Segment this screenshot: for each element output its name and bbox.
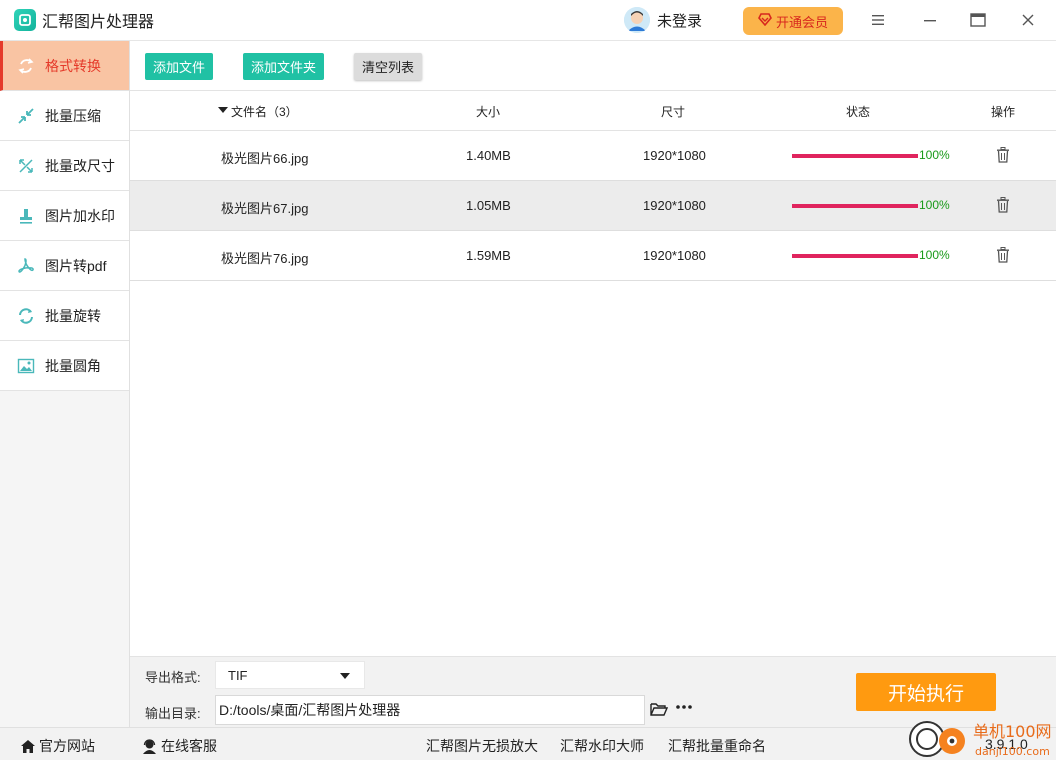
sidebar-item-label: 图片转pdf <box>45 257 107 274</box>
close-icon[interactable] <box>1018 10 1038 30</box>
svg-text:danji100.com: danji100.com <box>975 745 1050 758</box>
image-icon <box>16 356 36 376</box>
support-link[interactable]: 在线客服 <box>141 736 217 756</box>
minimize-icon[interactable] <box>920 10 940 30</box>
progress-percent: 100% <box>919 148 950 162</box>
file-dimension: 1920*1080 <box>643 148 706 163</box>
app-title: 汇帮图片处理器 <box>42 14 155 31</box>
footer-link-watermark-master[interactable]: 汇帮水印大师 <box>560 736 644 756</box>
file-size: 1.40MB <box>466 148 511 163</box>
column-header-name[interactable]: 文件名（3） <box>231 103 298 120</box>
site-watermark-logo: 单机100网 danji100.com <box>905 717 1055 760</box>
output-dir-input[interactable]: D:/tools/桌面/汇帮图片处理器 <box>215 695 645 725</box>
start-button[interactable]: 开始执行 <box>856 673 996 711</box>
sidebar-item-to-pdf[interactable]: 图片转pdf <box>0 241 129 291</box>
column-header-action: 操作 <box>991 105 1016 119</box>
pdf-icon <box>16 256 36 276</box>
progress-bar <box>792 204 918 208</box>
table-row[interactable]: 极光图片66.jpg 1.40MB 1920*1080 100% <box>130 131 1056 181</box>
support-label: 在线客服 <box>161 738 217 754</box>
table-header: 文件名（3） 大小 尺寸 状态 操作 <box>130 91 1056 131</box>
footer-link-batch-rename[interactable]: 汇帮批量重命名 <box>668 736 766 756</box>
file-name: 极光图片76.jpg <box>221 251 309 266</box>
add-file-button[interactable]: 添加文件 <box>145 53 213 80</box>
file-table: 文件名（3） 大小 尺寸 状态 操作 极光图片66.jpg 1.40MB 192… <box>130 91 1056 281</box>
progress-bar <box>792 154 918 158</box>
progress-bar <box>792 254 918 258</box>
table-row[interactable]: 极光图片76.jpg 1.59MB 1920*1080 100% <box>130 231 1056 281</box>
official-site-label: 官方网站 <box>39 738 95 754</box>
dir-label: 输出目录: <box>145 706 201 721</box>
sort-caret-icon[interactable] <box>218 103 228 117</box>
trash-icon[interactable] <box>996 247 1010 263</box>
home-icon <box>20 739 36 754</box>
column-header-size: 大小 <box>476 105 501 119</box>
file-name: 极光图片66.jpg <box>221 151 309 166</box>
file-dimension: 1920*1080 <box>643 248 706 263</box>
toolbar: 添加文件 添加文件夹 清空列表 <box>130 41 1056 91</box>
trash-icon[interactable] <box>996 197 1010 213</box>
svg-text:单机100网: 单机100网 <box>973 722 1052 741</box>
sidebar-item-label: 批量旋转 <box>45 307 101 324</box>
format-value: TIF <box>228 667 248 683</box>
convert-icon <box>16 56 36 76</box>
file-dimension: 1920*1080 <box>643 198 706 213</box>
file-size: 1.05MB <box>466 198 511 213</box>
column-header-status: 状态 <box>846 105 871 119</box>
sidebar-item-label: 图片加水印 <box>45 207 115 224</box>
title-bar: 汇帮图片处理器 未登录 开通会员 <box>0 0 1056 41</box>
progress-percent: 100% <box>919 248 950 262</box>
sidebar-item-label: 批量压缩 <box>45 107 101 124</box>
maximize-icon[interactable] <box>968 10 988 30</box>
sidebar-item-resize[interactable]: 批量改尺寸 <box>0 141 129 191</box>
sidebar: 格式转换 批量压缩 批量改尺寸 图片加水印 图片转pdf 批量旋转 批量圆角 <box>0 41 130 727</box>
sidebar-item-label: 格式转换 <box>45 57 101 74</box>
sidebar-item-label: 批量改尺寸 <box>45 157 115 174</box>
format-label: 导出格式: <box>145 670 201 685</box>
compress-icon <box>16 106 36 126</box>
footer-link-upscale[interactable]: 汇帮图片无损放大 <box>426 736 538 756</box>
official-site-link[interactable]: 官方网站 <box>20 736 95 756</box>
diamond-heart-icon <box>758 13 772 29</box>
dropdown-caret-icon <box>340 673 350 679</box>
more-icon[interactable] <box>675 701 695 717</box>
watermark-icon <box>16 206 36 226</box>
sidebar-item-label: 批量圆角 <box>45 357 101 374</box>
rotate-icon <box>16 306 36 326</box>
vip-label: 开通会员 <box>775 14 828 30</box>
footer: 官方网站 在线客服 汇帮图片无损放大 汇帮水印大师 汇帮批量重命名 3.9.1.… <box>0 727 1056 760</box>
sidebar-item-format-convert[interactable]: 格式转换 <box>0 41 129 91</box>
user-login[interactable]: 未登录 <box>624 7 702 33</box>
sidebar-item-round-corner[interactable]: 批量圆角 <box>0 341 129 391</box>
menu-icon[interactable] <box>868 10 888 30</box>
format-select[interactable]: TIF <box>215 661 365 689</box>
progress-percent: 100% <box>919 198 950 212</box>
table-row[interactable]: 极光图片67.jpg 1.05MB 1920*1080 100% <box>130 181 1056 231</box>
app-logo-icon <box>14 9 36 31</box>
sidebar-item-rotate[interactable]: 批量旋转 <box>0 291 129 341</box>
file-name: 极光图片67.jpg <box>221 201 309 216</box>
folder-open-icon[interactable] <box>650 701 669 717</box>
column-header-dimension: 尺寸 <box>661 105 686 119</box>
file-size: 1.59MB <box>466 248 511 263</box>
add-folder-button[interactable]: 添加文件夹 <box>243 53 324 80</box>
resize-icon <box>16 156 36 176</box>
trash-icon[interactable] <box>996 147 1010 163</box>
vip-button[interactable]: 开通会员 <box>743 7 843 35</box>
sidebar-item-watermark[interactable]: 图片加水印 <box>0 191 129 241</box>
user-name: 未登录 <box>657 12 703 30</box>
output-dir-value: D:/tools/桌面/汇帮图片处理器 <box>219 702 401 718</box>
sidebar-item-compress[interactable]: 批量压缩 <box>0 91 129 141</box>
clear-list-button[interactable]: 清空列表 <box>354 53 422 80</box>
avatar <box>624 7 650 33</box>
headset-icon <box>141 738 158 754</box>
